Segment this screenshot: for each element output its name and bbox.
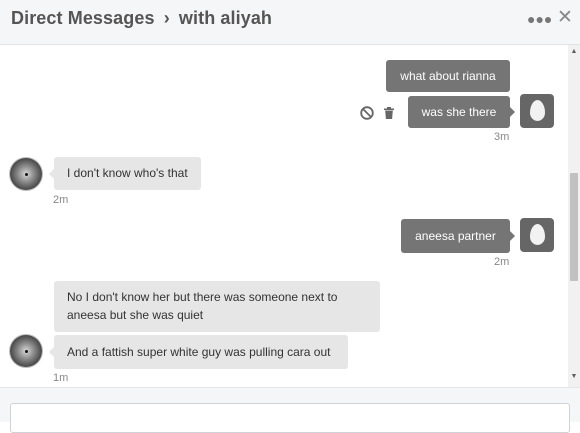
compose-area <box>0 387 580 433</box>
outgoing-message[interactable]: aneesa partner <box>401 219 515 253</box>
avatar[interactable] <box>520 94 554 128</box>
scroll-thumb[interactable] <box>570 173 578 281</box>
scroll-up-arrow-icon[interactable]: ▲ <box>568 47 580 57</box>
message-text: what about rianna <box>400 69 496 83</box>
avatar-dot <box>25 173 28 176</box>
page-title: Direct Messages <box>11 8 155 28</box>
avatar[interactable] <box>520 218 554 252</box>
message-thread[interactable]: what about rianna was she there 3m I don… <box>0 45 568 387</box>
block-icon[interactable] <box>360 106 374 120</box>
incoming-message[interactable]: I don't know who's that <box>49 157 201 190</box>
outgoing-message[interactable]: was she there <box>408 96 515 128</box>
avatar[interactable] <box>10 335 42 367</box>
message-timestamp: 1m <box>53 372 69 384</box>
avatar-dot <box>25 350 28 353</box>
more-horizontal-icon[interactable]: ●●● <box>527 12 552 26</box>
message-text: was she there <box>421 105 497 119</box>
message-text: aneesa partner <box>415 229 496 243</box>
message-timestamp: 3m <box>494 131 510 143</box>
message-text: I don't know who's that <box>67 166 188 180</box>
egg-avatar-icon <box>530 100 545 121</box>
egg-avatar-icon <box>530 224 545 245</box>
conversation-title: Direct Messages › with aliyah <box>11 8 272 29</box>
message-text: And a fattish super white guy was pullin… <box>67 345 331 359</box>
thread-scrollbar[interactable]: ▲ ▼ <box>568 45 580 387</box>
outgoing-message[interactable]: what about rianna <box>386 60 510 92</box>
message-timestamp: 2m <box>494 256 510 268</box>
avatar[interactable] <box>10 158 42 190</box>
message-input[interactable] <box>10 403 570 433</box>
message-text: aneesa but she was quiet <box>67 308 204 322</box>
incoming-message[interactable]: And a fattish super white guy was pullin… <box>49 335 348 369</box>
message-timestamp: 2m <box>53 194 69 206</box>
trash-icon[interactable] <box>384 107 394 119</box>
message-text: No I don't know her but there was someon… <box>67 290 338 304</box>
close-icon[interactable]: ✕ <box>557 8 573 28</box>
scroll-down-arrow-icon[interactable]: ▼ <box>568 372 580 382</box>
dm-header: Direct Messages › with aliyah ●●● ✕ <box>0 0 580 45</box>
breadcrumb-separator: › <box>163 8 170 28</box>
conversation-partner: with aliyah <box>178 8 273 28</box>
incoming-message[interactable]: No I don't know her but there was someon… <box>54 281 380 332</box>
